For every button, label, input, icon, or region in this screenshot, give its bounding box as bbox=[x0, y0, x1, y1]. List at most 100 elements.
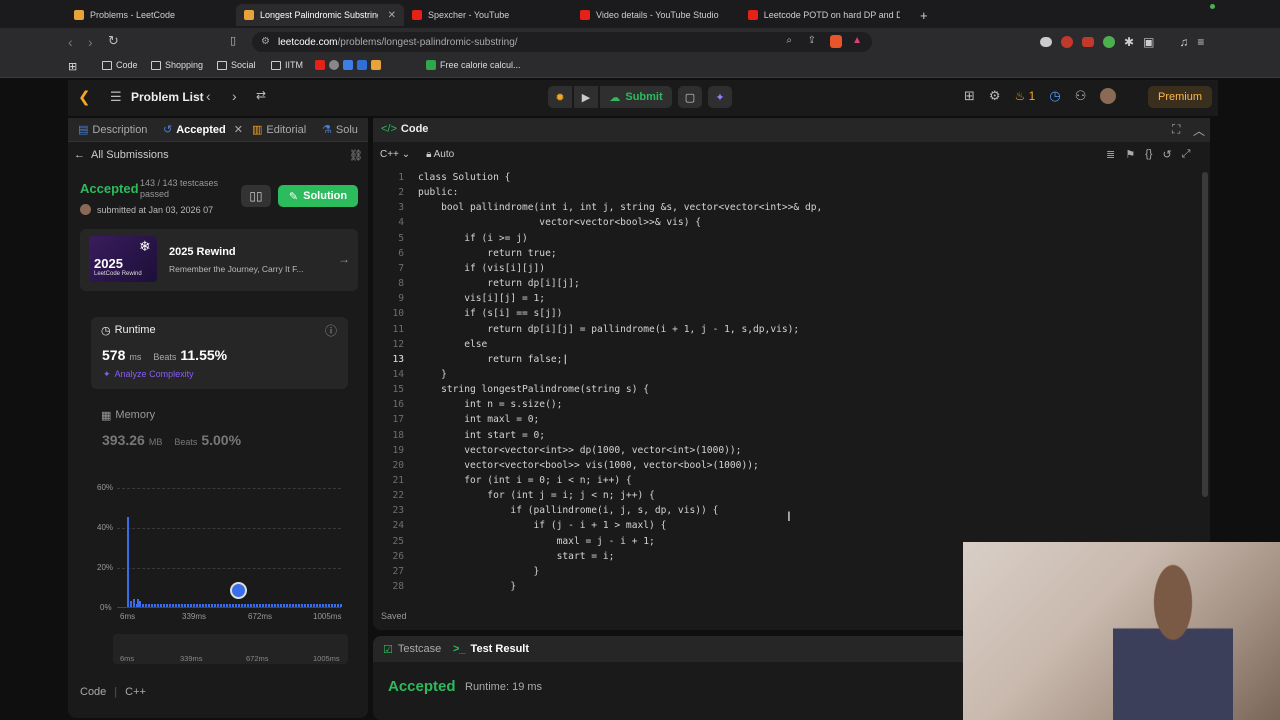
apps-grid-icon[interactable]: ⊞ bbox=[68, 60, 77, 73]
bookmark-site-icon[interactable] bbox=[371, 60, 381, 70]
chart-bar[interactable] bbox=[310, 604, 312, 607]
chart-bar[interactable] bbox=[295, 604, 297, 607]
fullscreen-icon[interactable]: ⛶ bbox=[1172, 122, 1180, 137]
chart-bar[interactable] bbox=[199, 604, 201, 607]
chart-bar[interactable] bbox=[169, 604, 171, 607]
code-line[interactable]: 7 if (vis[i][j]) bbox=[380, 263, 1195, 277]
browser-tab[interactable]: Spexcher - YouTube bbox=[404, 4, 572, 26]
chart-bar[interactable] bbox=[259, 604, 261, 607]
chart-bar[interactable] bbox=[304, 604, 306, 607]
chart-bar[interactable] bbox=[202, 604, 204, 607]
music-icon[interactable]: ♫ bbox=[1179, 35, 1188, 49]
code-line[interactable]: 12 else bbox=[380, 339, 1195, 353]
all-submissions-link[interactable]: ← All Submissions bbox=[74, 149, 169, 161]
chart-bar[interactable] bbox=[127, 517, 129, 607]
chart-bar[interactable] bbox=[319, 604, 321, 607]
tab-test-result[interactable]: >_ Test Result bbox=[453, 643, 529, 655]
chart-bar[interactable] bbox=[262, 604, 264, 607]
chart-bar[interactable] bbox=[151, 604, 153, 607]
code-line[interactable]: 8 return dp[i][j]; bbox=[380, 278, 1195, 292]
code-line[interactable]: 15 string longestPalindrome(string s) { bbox=[380, 384, 1195, 398]
menu-icon[interactable]: ≡ bbox=[1197, 35, 1204, 49]
chart-bar[interactable] bbox=[223, 604, 225, 607]
code-line[interactable]: 10 if (s[i] == s[j]) bbox=[380, 308, 1195, 322]
code-line[interactable]: 3 bool pallindrome(int i, int j, string … bbox=[380, 202, 1195, 216]
chart-bar[interactable] bbox=[229, 604, 231, 607]
code-line[interactable]: 6 return true; bbox=[380, 248, 1195, 262]
auto-mode-toggle[interactable]: 🔒︎ Auto bbox=[426, 149, 454, 160]
bookmark-link[interactable]: Free calorie calcul... bbox=[426, 60, 521, 70]
chart-bar[interactable] bbox=[334, 604, 336, 607]
back-icon[interactable]: ‹ bbox=[68, 34, 73, 50]
chart-bar[interactable] bbox=[178, 604, 180, 607]
chart-bar[interactable] bbox=[145, 604, 147, 607]
prev-problem-icon[interactable]: ‹ bbox=[206, 88, 211, 104]
chart-bar[interactable] bbox=[241, 604, 243, 607]
editor-scrollbar[interactable] bbox=[1202, 172, 1208, 497]
code-line[interactable]: 19 vector<vector<int>> dp(1000, vector<i… bbox=[380, 445, 1195, 459]
code-line[interactable]: 22 for (int j = i; j < n; j++) { bbox=[380, 490, 1195, 504]
brave-rewards-icon[interactable]: ▲ bbox=[852, 35, 862, 46]
link-icon[interactable]: ⛓ bbox=[349, 149, 363, 162]
browser-tab[interactable]: Leetcode POTD on hard DP and D bbox=[740, 4, 908, 26]
chart-bar[interactable] bbox=[277, 604, 279, 607]
code-line[interactable]: 18 int start = 0; bbox=[380, 430, 1195, 444]
layout-icon[interactable]: ⊞ bbox=[964, 88, 975, 104]
extension-icon[interactable] bbox=[1082, 37, 1094, 47]
bookmark-folder[interactable]: Social bbox=[217, 60, 256, 70]
close-tab-icon[interactable]: ✕ bbox=[234, 123, 243, 136]
youtube-icon[interactable] bbox=[315, 60, 325, 70]
chart-bar[interactable] bbox=[292, 604, 294, 607]
chart-bar[interactable] bbox=[205, 604, 207, 607]
chart-bar[interactable] bbox=[184, 604, 186, 607]
chart-bar[interactable] bbox=[226, 604, 228, 607]
leetcode-logo-icon[interactable]: ❮ bbox=[78, 88, 91, 106]
code-line[interactable]: 1 class Solution { bbox=[380, 172, 1195, 186]
chart-bar[interactable] bbox=[268, 604, 270, 607]
chart-bar[interactable] bbox=[208, 604, 210, 607]
next-problem-icon[interactable]: › bbox=[232, 88, 237, 104]
code-line[interactable]: 20 vector<vector<bool>> vis(1000, vector… bbox=[380, 460, 1195, 474]
problem-list-link[interactable]: Problem List bbox=[131, 90, 204, 104]
run-button[interactable]: ▶ bbox=[574, 86, 598, 108]
chart-bar[interactable] bbox=[211, 604, 213, 607]
code-line[interactable]: 11 return dp[i][j] = pallindrome(i + 1, … bbox=[380, 324, 1195, 338]
list-icon[interactable]: ☰ bbox=[110, 89, 122, 105]
language-select[interactable]: C++ ⌄ bbox=[380, 149, 410, 160]
bookmark-folder[interactable]: Shopping bbox=[151, 60, 203, 70]
zoom-icon[interactable]: ⌕ bbox=[786, 35, 792, 46]
chart-bar[interactable] bbox=[340, 604, 342, 607]
extension-icon[interactable] bbox=[1061, 36, 1073, 48]
code-line[interactable]: 21 for (int i = 0; i < n; i++) { bbox=[380, 475, 1195, 489]
collapse-icon[interactable]: ︿ bbox=[1193, 122, 1205, 139]
chart-bar[interactable] bbox=[328, 604, 330, 607]
puzzle-icon[interactable]: ✱ bbox=[1124, 35, 1134, 49]
chart-bar[interactable] bbox=[298, 604, 300, 607]
chart-bar[interactable] bbox=[286, 604, 288, 607]
brave-shield-icon[interactable] bbox=[830, 35, 842, 48]
address-bar[interactable]: ⚙ leetcode.com/problems/longest-palindro… bbox=[252, 32, 872, 52]
chart-bar[interactable] bbox=[235, 604, 237, 607]
chart-bar[interactable] bbox=[129, 601, 132, 607]
reload-icon[interactable]: ↻ bbox=[108, 33, 119, 49]
chart-bar[interactable] bbox=[250, 604, 252, 607]
sidebar-icon[interactable]: ▣ bbox=[1143, 35, 1154, 49]
chart-bar[interactable] bbox=[244, 604, 246, 607]
chart-bar[interactable] bbox=[133, 599, 136, 607]
chart-bar[interactable] bbox=[256, 604, 258, 607]
chart-bar[interactable] bbox=[166, 604, 168, 607]
code-line[interactable]: 17 int maxl = 0; bbox=[380, 414, 1195, 428]
streak-counter[interactable]: ♨ 1 bbox=[1015, 89, 1036, 103]
chart-bar[interactable] bbox=[316, 604, 318, 607]
premium-button[interactable]: Premium bbox=[1148, 86, 1212, 108]
chart-bar[interactable] bbox=[232, 604, 234, 607]
analyze-complexity-link[interactable]: ✦ Analyze Complexity bbox=[103, 369, 194, 380]
browser-tab[interactable]: Video details - YouTube Studio bbox=[572, 4, 740, 26]
chart-bar[interactable] bbox=[247, 604, 249, 607]
chart-bar[interactable] bbox=[190, 604, 192, 607]
solution-button[interactable]: ✎ Solution bbox=[278, 185, 358, 207]
chart-bar[interactable] bbox=[238, 604, 240, 607]
chart-bar[interactable] bbox=[175, 604, 177, 607]
chart-bar[interactable] bbox=[172, 604, 174, 607]
chart-bar[interactable] bbox=[274, 604, 276, 607]
